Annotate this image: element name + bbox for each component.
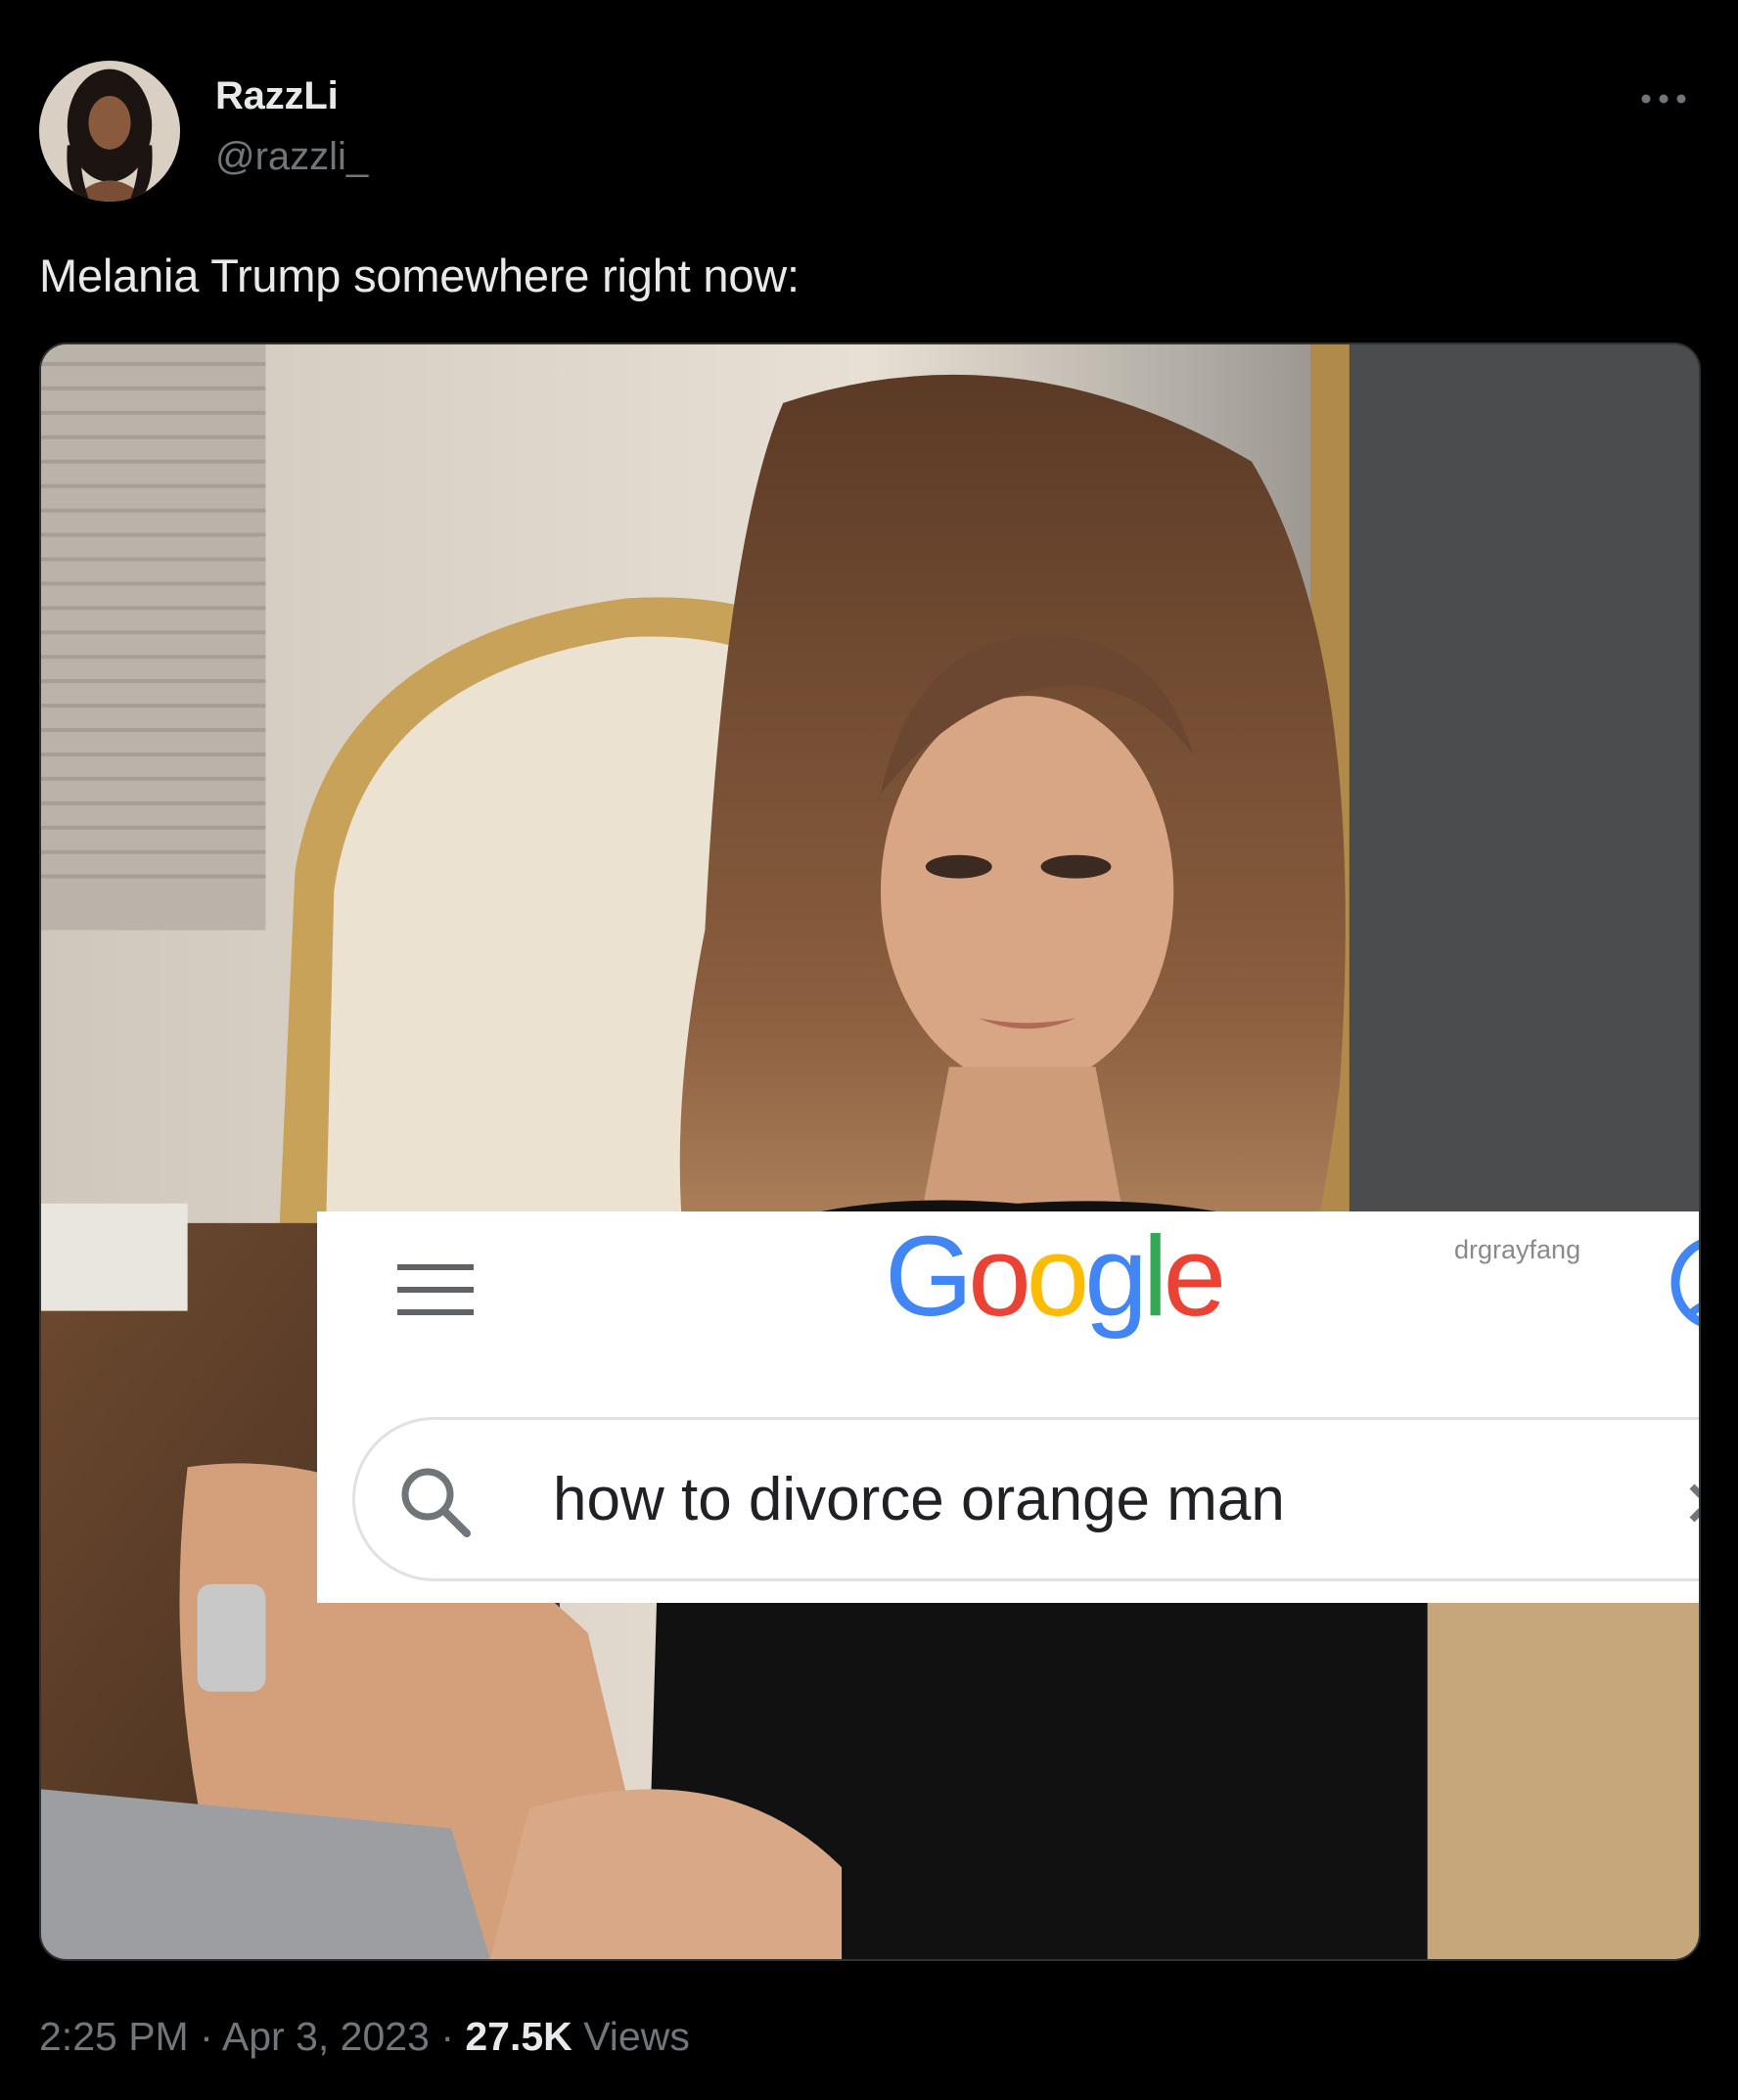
views-label[interactable]: Views [583,2014,690,2059]
meta-separator: · [200,2014,213,2059]
search-input[interactable]: how to divorce orange man [352,1417,1701,1581]
author-avatar[interactable] [39,61,180,202]
tweet-media[interactable]: Google drgrayfang how to divorce orange … [39,342,1701,1961]
google-search-overlay: Google drgrayfang how to divorce orange … [317,1211,1701,1603]
tweet-meta: 2:25 PM · Apr 3, 2023 · 27.5K Views [39,2014,690,2060]
magnifier-icon [401,1468,471,1537]
logo-letter: o [968,1212,1030,1340]
hamburger-menu-icon[interactable] [397,1260,474,1319]
author-display-name[interactable]: RazzLi [215,74,339,118]
logo-letter: e [1163,1212,1226,1340]
ellipsis-icon[interactable] [1634,74,1693,123]
logo-letter: l [1142,1212,1168,1340]
close-icon[interactable] [1686,1475,1701,1533]
logo-letter: o [1026,1212,1089,1340]
tweet-date[interactable]: Apr 3, 2023 [222,2014,430,2059]
search-query-text[interactable]: how to divorce orange man [553,1465,1285,1534]
watermark-text: drgrayfang [1454,1235,1581,1264]
tweet-time[interactable]: 2:25 PM [39,2014,189,2059]
account-circle-icon[interactable] [1660,1229,1701,1337]
logo-letter: g [1084,1212,1147,1340]
tweet-text: Melania Trump somewhere right now: [39,250,800,301]
meme-photo [41,344,1699,1959]
google-logo: Google [885,1212,1226,1340]
views-count[interactable]: 27.5K [465,2014,572,2059]
meta-separator: · [440,2014,454,2059]
author-handle[interactable]: @razzli_ [215,135,368,179]
logo-letter: G [885,1212,973,1340]
profile-photo [39,61,180,202]
